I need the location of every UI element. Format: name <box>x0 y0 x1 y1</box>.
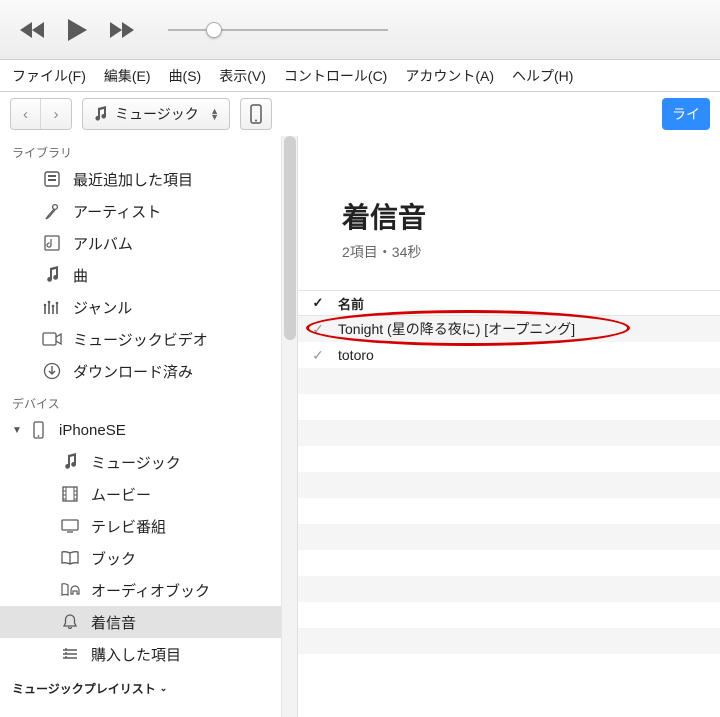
download-icon <box>42 362 62 380</box>
menu-bar: ファイル(F) 編集(E) 曲(S) 表示(V) コントロール(C) アカウント… <box>0 60 720 92</box>
col-checked[interactable]: ✓ <box>298 295 338 311</box>
sidebar-item-song[interactable]: ミュージック <box>0 446 297 478</box>
row-name: Tonight (星の降る夜に) [オープニング] <box>338 319 720 339</box>
album-icon <box>42 234 62 252</box>
sidebar-item-label: テレビ番組 <box>91 516 166 537</box>
main-content: 着信音 2項目・34秒 ✓ 名前 ✓Tonight (星の降る夜に) [オープニ… <box>298 136 720 717</box>
song-icon <box>60 453 80 471</box>
phone-icon <box>250 104 262 124</box>
purchased-icon <box>60 647 80 661</box>
prev-button[interactable] <box>20 21 46 39</box>
sidebar-item-label: ダウンロード済み <box>73 361 193 382</box>
page-title: 着信音 <box>342 196 720 236</box>
sidebar-item-label: 曲 <box>73 265 88 286</box>
menu-account[interactable]: アカウント(A) <box>397 62 502 90</box>
sidebar-item-label: アルバム <box>73 233 133 254</box>
menu-song[interactable]: 曲(S) <box>161 62 210 90</box>
play-button[interactable] <box>66 18 88 42</box>
menu-view[interactable]: 表示(V) <box>211 62 274 90</box>
category-label: ミュージック <box>115 104 199 124</box>
next-button[interactable] <box>108 21 134 39</box>
sidebar-item-purchased[interactable]: 購入した項目 <box>0 638 297 670</box>
menu-file[interactable]: ファイル(F) <box>4 62 94 90</box>
sidebar-item-label: 最近追加した項目 <box>73 169 193 190</box>
category-picker[interactable]: ミュージック ▲▼ <box>82 98 230 130</box>
table-row-empty <box>298 394 720 420</box>
sidebar-item-album[interactable]: アルバム <box>0 227 297 259</box>
sidebar-item-song[interactable]: 曲 <box>0 259 297 291</box>
row-checkbox[interactable]: ✓ <box>298 321 338 338</box>
table-row-empty <box>298 446 720 472</box>
sidebar-item-label: ミュージックビデオ <box>73 329 208 350</box>
page-subtitle: 2項目・34秒 <box>342 242 720 262</box>
sidebar-item-label: ミュージック <box>91 452 181 473</box>
sidebar: ライブラリ 最近追加した項目アーティストアルバム曲ジャンルミュージックビデオダウ… <box>0 136 298 717</box>
table-row-empty <box>298 654 720 680</box>
menu-help[interactable]: ヘルプ(H) <box>504 62 581 90</box>
sidebar-item-genre[interactable]: ジャンル <box>0 291 297 323</box>
sidebar-item-recent[interactable]: 最近追加した項目 <box>0 163 297 195</box>
table-row-empty <box>298 550 720 576</box>
sidebar-item-label: ムービー <box>91 484 151 505</box>
sidebar-section-devices: デバイス <box>0 387 297 414</box>
row-name: totoro <box>338 347 720 363</box>
sidebar-scrollbar[interactable] <box>281 136 297 717</box>
toolbar: ‹ › ミュージック ▲▼ ライ <box>0 92 720 136</box>
table-row-empty <box>298 602 720 628</box>
tv-icon <box>60 518 80 534</box>
device-name: iPhoneSE <box>59 422 126 439</box>
table-header: ✓ 名前 <box>298 290 720 316</box>
sidebar-item-mvideo[interactable]: ミュージックビデオ <box>0 323 297 355</box>
forward-button[interactable]: › <box>41 99 71 129</box>
sidebar-item-label: アーティスト <box>73 201 161 222</box>
audiobook-icon <box>60 582 80 598</box>
mvideo-icon <box>42 332 62 346</box>
table-row[interactable]: ✓totoro <box>298 342 720 368</box>
sidebar-item-label: 着信音 <box>91 612 136 633</box>
movie-icon <box>60 485 80 503</box>
sidebar-device[interactable]: ▼ iPhoneSE <box>0 414 297 446</box>
player-bar <box>0 0 720 60</box>
sidebar-item-ringtone[interactable]: 着信音 <box>0 606 297 638</box>
row-checkbox[interactable]: ✓ <box>298 347 338 364</box>
chevron-updown-icon: ▲▼ <box>210 108 219 120</box>
library-button[interactable]: ライ <box>662 98 710 130</box>
table-row-empty <box>298 472 720 498</box>
sidebar-item-label: 購入した項目 <box>91 644 181 665</box>
phone-icon <box>28 421 48 439</box>
sidebar-section-library: ライブラリ <box>0 136 297 163</box>
sidebar-item-audiobook[interactable]: オーディオブック <box>0 574 297 606</box>
table-row-empty <box>298 498 720 524</box>
col-name[interactable]: 名前 <box>338 294 364 313</box>
sidebar-section-playlists[interactable]: ミュージックプレイリスト ⌄ <box>0 670 297 701</box>
music-note-icon <box>93 106 107 122</box>
back-button[interactable]: ‹ <box>11 99 41 129</box>
song-icon <box>42 266 62 284</box>
chevron-down-icon: ⌄ <box>160 683 168 694</box>
recent-icon <box>42 170 62 188</box>
artist-icon <box>42 202 62 220</box>
sidebar-item-label: オーディオブック <box>91 580 210 601</box>
menu-edit[interactable]: 編集(E) <box>96 62 159 90</box>
table-row-empty <box>298 524 720 550</box>
table-row-empty <box>298 420 720 446</box>
sidebar-item-tv[interactable]: テレビ番組 <box>0 510 297 542</box>
table-row-empty <box>298 576 720 602</box>
disclosure-triangle-icon[interactable]: ▼ <box>12 425 22 436</box>
sidebar-item-download[interactable]: ダウンロード済み <box>0 355 297 387</box>
sidebar-item-book[interactable]: ブック <box>0 542 297 574</box>
table-row-empty <box>298 368 720 394</box>
ringtone-icon <box>60 613 80 631</box>
menu-controls[interactable]: コントロール(C) <box>276 62 395 90</box>
book-icon <box>60 550 80 566</box>
genre-icon <box>42 298 62 316</box>
volume-slider[interactable] <box>168 29 388 31</box>
device-button[interactable] <box>240 98 272 130</box>
sidebar-item-movie[interactable]: ムービー <box>0 478 297 510</box>
sidebar-item-label: ジャンル <box>73 297 132 318</box>
table-row-empty <box>298 628 720 654</box>
sidebar-item-artist[interactable]: アーティスト <box>0 195 297 227</box>
table-row[interactable]: ✓Tonight (星の降る夜に) [オープニング] <box>298 316 720 342</box>
sidebar-item-label: ブック <box>91 548 136 569</box>
